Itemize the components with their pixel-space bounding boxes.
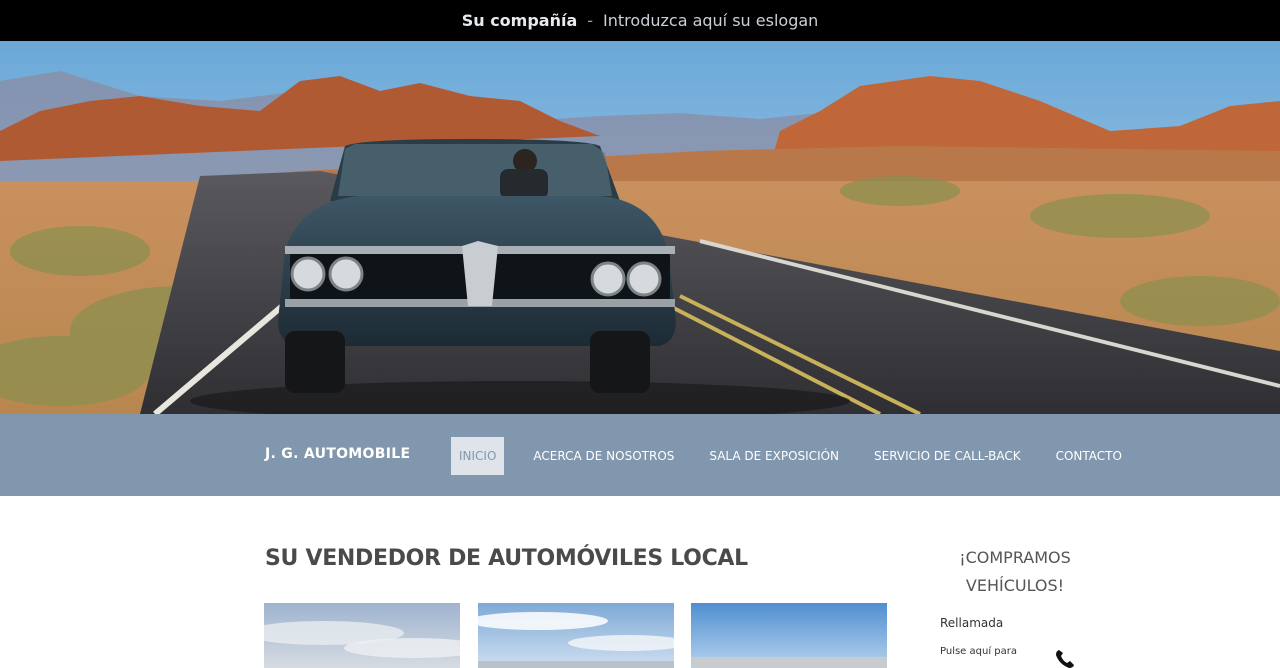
thumbnail-image-1[interactable] xyxy=(264,603,460,668)
top-bar: Su compañía - Introduzca aquí su eslogan xyxy=(0,0,1280,41)
nav-item-callback[interactable]: SERVICIO DE CALL-BACK xyxy=(874,437,1021,475)
phone-icon[interactable] xyxy=(1053,648,1079,668)
nav-menu: INICIO ACERCA DE NOSOTROS SALA DE EXPOSI… xyxy=(451,437,1122,475)
nav-item-contacto[interactable]: CONTACTO xyxy=(1056,437,1122,475)
sidebar-title: ¡COMPRAMOS VEHÍCULOS! xyxy=(935,544,1095,600)
company-slogan: Introduzca aquí su eslogan xyxy=(603,11,819,30)
header-separator: - xyxy=(587,11,594,30)
page-title: SU VENDEDOR DE AUTOMÓVILES LOCAL xyxy=(265,546,748,571)
nav-item-sala[interactable]: SALA DE EXPOSICIÓN xyxy=(709,437,839,475)
sidebar-title-line2: VEHÍCULOS! xyxy=(965,576,1065,595)
callback-link[interactable]: Pulse aquí para xyxy=(940,646,1017,657)
nav-item-inicio[interactable]: INICIO xyxy=(451,437,505,475)
sidebar-title-line1: ¡COMPRAMOS xyxy=(959,548,1071,567)
thumbnail-image-2[interactable] xyxy=(478,603,674,668)
thumbnail-image-3[interactable] xyxy=(691,603,887,668)
site-brand[interactable]: J. G. AUTOMOBILE xyxy=(265,446,410,462)
main-navigation: J. G. AUTOMOBILE INICIO ACERCA DE NOSOTR… xyxy=(0,414,1280,496)
nav-item-acerca[interactable]: ACERCA DE NOSOTROS xyxy=(533,437,674,475)
callback-label: Rellamada xyxy=(940,616,1004,630)
company-name: Su compañía xyxy=(461,11,578,30)
hero-image xyxy=(0,41,1280,414)
